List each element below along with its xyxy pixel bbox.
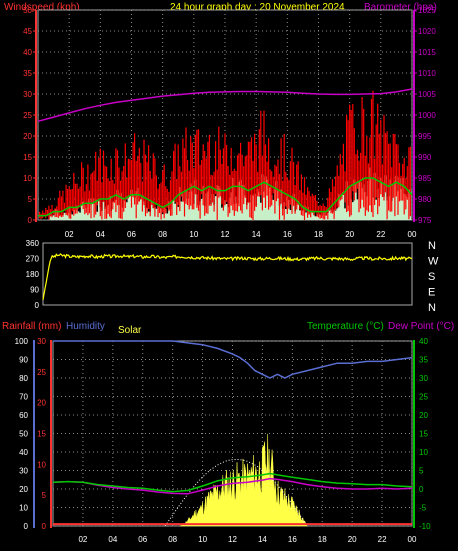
temperature-tick-label: 0	[419, 485, 424, 494]
humidity-tick-label: 90	[19, 356, 28, 365]
temperature-humidity-panel: 0102030405060708090100051015202530-10-50…	[15, 337, 431, 544]
temperature-tick-label: 15	[419, 430, 428, 439]
time-tick-label: 12	[221, 230, 230, 239]
time-tick-label: 16	[288, 535, 297, 544]
temperature-tick-label: 25	[419, 393, 428, 402]
time-tick-label: 08	[168, 535, 177, 544]
wind-direction-panel: 090180270360 NWSEN	[26, 239, 439, 314]
time-tick-label: 22	[376, 230, 385, 239]
compass-label: N	[428, 302, 436, 314]
time-tick-label: 06	[127, 230, 136, 239]
time-tick-label: 12	[228, 535, 237, 544]
temperature-tick-label: 30	[419, 374, 428, 383]
wind-pressure-panel: 0510152025303540455097598098599099510001…	[23, 6, 436, 239]
weather-graph: Windspeed (kph) 24 hour graph day : 20 N…	[2, 2, 454, 544]
time-tick-label: 02	[78, 535, 87, 544]
humidity-label: Humidity	[66, 321, 105, 332]
compass-label: S	[428, 271, 435, 283]
humidity-tick-label: 40	[19, 448, 28, 457]
rain-tick-label: 15	[37, 430, 46, 439]
time-tick-label: 20	[348, 535, 357, 544]
temperature-label: Temperature (°C)	[307, 321, 384, 332]
compass-label: W	[428, 256, 439, 268]
time-tick-label: 04	[96, 230, 105, 239]
time-tick-label: 16	[283, 230, 292, 239]
temperature-tick-label: 35	[419, 356, 428, 365]
humidity-tick-label: 0	[24, 522, 29, 531]
humidity-tick-label: 60	[19, 411, 28, 420]
wind-tick-label: 35	[23, 69, 32, 78]
time-tick-label: 00	[408, 230, 417, 239]
humidity-tick-label: 80	[19, 374, 28, 383]
dewpoint-label: Dew Point (°C)	[388, 321, 454, 332]
wind-tick-label: 20	[23, 132, 32, 141]
humidity-tick-label: 20	[19, 485, 28, 494]
time-tick-label: 14	[252, 230, 261, 239]
humidity-tick-label: 100	[15, 337, 29, 346]
rain-tick-label: 25	[37, 368, 46, 377]
wind-tick-label: 40	[23, 48, 32, 57]
barometer-tick-label: 975	[418, 216, 432, 225]
time-tick-label: 10	[198, 535, 207, 544]
wind-tick-label: 45	[23, 27, 32, 36]
temperature-tick-label: 10	[419, 448, 428, 457]
temperature-tick-label: 20	[419, 411, 428, 420]
barometer-tick-label: 1025	[418, 6, 436, 15]
time-tick-label: 04	[108, 535, 117, 544]
barometer-tick-label: 990	[418, 153, 432, 162]
temperature-tick-label: -5	[419, 504, 427, 513]
direction-tick-label: 0	[35, 301, 40, 310]
humidity-tick-label: 10	[19, 504, 28, 513]
time-tick-label: 18	[314, 230, 323, 239]
barometer-tick-label: 1015	[418, 48, 436, 57]
humidity-tick-label: 70	[19, 393, 28, 402]
direction-tick-label: 270	[26, 255, 40, 264]
rain-tick-label: 10	[37, 460, 46, 469]
rain-tick-label: 5	[42, 491, 47, 500]
rainfall-label: Rainfall (mm)	[2, 321, 61, 332]
rain-tick-label: 30	[37, 337, 46, 346]
barometer-tick-label: 1010	[418, 69, 436, 78]
wind-tick-label: 5	[28, 195, 33, 204]
humidity-tick-label: 50	[19, 430, 28, 439]
compass-label: N	[428, 240, 436, 252]
time-tick-label: 08	[158, 230, 167, 239]
barometer-tick-label: 980	[418, 195, 432, 204]
barometer-tick-label: 1005	[418, 90, 436, 99]
barometer-tick-label: 1000	[418, 111, 436, 120]
barometer-tick-label: 1020	[418, 27, 436, 36]
wind-tick-label: 15	[23, 153, 32, 162]
wind-tick-label: 0	[28, 216, 33, 225]
direction-tick-label: 180	[26, 270, 40, 279]
solar-label: Solar	[118, 325, 142, 336]
rain-tick-label: 0	[42, 522, 47, 531]
time-tick-label: 14	[258, 535, 267, 544]
temperature-tick-label: 40	[419, 337, 428, 346]
temperature-tick-label: -10	[419, 522, 431, 531]
humidity-tick-label: 30	[19, 467, 28, 476]
time-tick-label: 00	[408, 535, 417, 544]
compass-label: E	[428, 287, 435, 299]
wind-tick-label: 25	[23, 111, 32, 120]
barometer-tick-label: 995	[418, 132, 432, 141]
temperature-tick-label: 5	[419, 467, 424, 476]
direction-tick-label: 360	[26, 239, 40, 248]
wind-tick-label: 10	[23, 174, 32, 183]
time-tick-label: 22	[378, 535, 387, 544]
time-tick-label: 20	[345, 230, 354, 239]
wind-tick-label: 30	[23, 90, 32, 99]
wind-tick-label: 50	[23, 6, 32, 15]
time-tick-label: 06	[138, 535, 147, 544]
direction-plot-frame	[42, 242, 413, 306]
time-tick-label: 02	[65, 230, 74, 239]
time-tick-label: 18	[318, 535, 327, 544]
barometer-tick-label: 985	[418, 174, 432, 183]
time-tick-label: 10	[189, 230, 198, 239]
rain-tick-label: 20	[37, 399, 46, 408]
direction-tick-label: 90	[30, 286, 39, 295]
